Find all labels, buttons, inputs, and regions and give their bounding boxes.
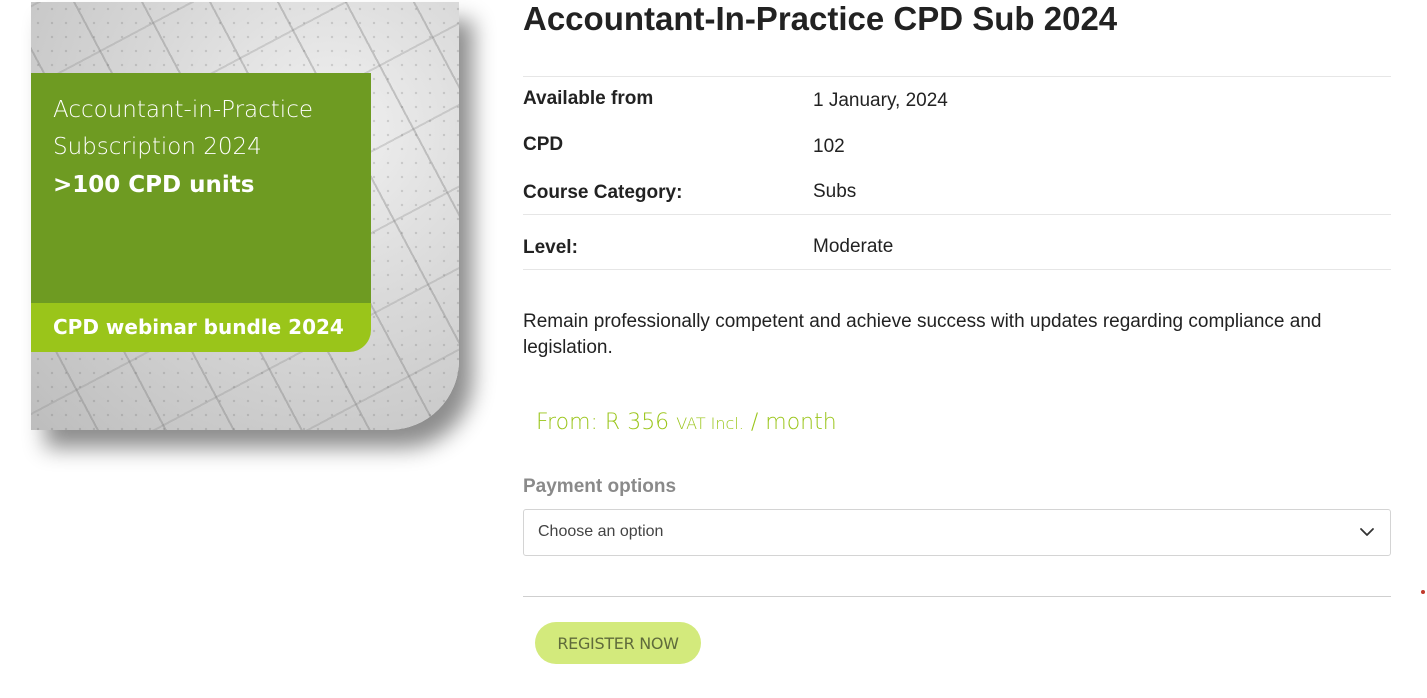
product-title: Accountant-In-Practice CPD Sub 2024 (523, 0, 1118, 37)
product-image: Accountant-in-Practice Subscription 2024… (31, 2, 459, 430)
cover-title-panel: Accountant-in-Practice Subscription 2024… (31, 73, 371, 303)
attr-label-course-category: Course Category: (523, 182, 683, 203)
divider (523, 269, 1391, 270)
price-vat-note: VAT Incl. (676, 414, 744, 433)
attr-value-course-category: Subs (813, 181, 857, 202)
chevron-down-icon (1360, 528, 1374, 536)
attr-label-cpd: CPD (523, 134, 564, 155)
attr-label-available-from: Available from (523, 88, 654, 109)
price: From: R 356 VAT Incl. / month (536, 410, 837, 435)
divider (523, 596, 1391, 597)
cover-cpd-units: >100 CPD units (53, 172, 255, 198)
attr-label-level: Level: (523, 237, 578, 258)
attr-value-available-from: 1 January, 2024 (813, 90, 948, 111)
cover-title-line-2: Subscription 2024 (53, 134, 262, 160)
price-period: / month (750, 410, 837, 435)
divider (523, 76, 1391, 77)
divider (523, 214, 1391, 215)
product-description: Remain professionally competent and achi… (523, 311, 1322, 358)
cover-band-text: CPD webinar bundle 2024 (53, 315, 344, 339)
attr-value-level: Moderate (813, 236, 894, 257)
indicator-dot (1421, 590, 1425, 594)
payment-options-value: Choose an option (538, 523, 664, 540)
register-now-button[interactable]: REGISTER NOW (535, 622, 701, 664)
payment-options-label: Payment options (523, 476, 677, 497)
cover-band: CPD webinar bundle 2024 (31, 303, 371, 352)
payment-options-select[interactable]: Choose an option (523, 509, 1391, 556)
cover-title-line-1: Accountant-in-Practice (53, 97, 313, 123)
price-amount: From: R 356 (536, 410, 670, 435)
attr-value-cpd: 102 (813, 136, 845, 157)
